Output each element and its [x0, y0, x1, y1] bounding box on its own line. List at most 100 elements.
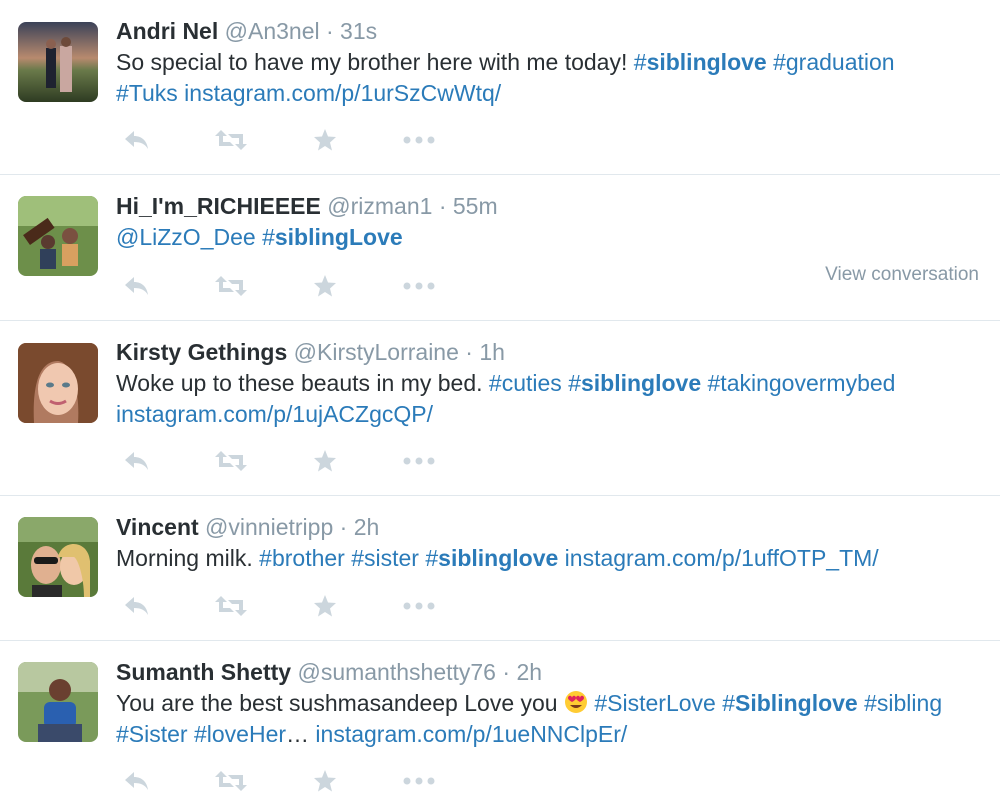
avatar[interactable] — [18, 662, 98, 742]
favorite-button[interactable] — [304, 271, 346, 301]
more-dots-icon — [403, 602, 435, 610]
hashtag-cuties[interactable]: #cuties — [489, 370, 562, 396]
avatar-photo-woman-portrait — [18, 343, 98, 423]
tweet-text: @LiZzO_Dee #siblingLove — [116, 222, 980, 253]
view-conversation-link[interactable]: View conversation — [825, 264, 979, 286]
reply-button[interactable] — [116, 271, 158, 301]
favorite-button[interactable] — [304, 446, 346, 476]
tweet[interactable]: Sumanth Shetty @sumanthshetty76 · 2h You… — [0, 641, 1000, 807]
timestamp[interactable]: 31s — [340, 18, 377, 44]
avatar[interactable] — [18, 343, 98, 423]
favorite-star-icon — [314, 450, 336, 472]
separator-dot: · — [465, 339, 473, 365]
hashtag-siblinglove[interactable]: #Siblinglove — [722, 690, 857, 716]
hashtag-siblinglove[interactable]: #siblinglove — [568, 370, 701, 396]
tweet[interactable]: Hi_I'm_RICHIEEEE @rizman1 · 55m @LiZzO_D… — [0, 175, 1000, 321]
author-name[interactable]: Andri Nel — [116, 18, 218, 44]
hashtag-takingovermybed[interactable]: #takingovermybed — [701, 370, 896, 396]
instagram-link[interactable]: instagram.com/p/1ujACZgcQP/ — [116, 401, 433, 427]
more-button[interactable] — [398, 591, 440, 621]
timestamp[interactable]: 2h — [516, 659, 542, 685]
reply-button[interactable] — [116, 766, 158, 796]
reply-icon — [125, 452, 148, 470]
more-dots-icon — [403, 457, 435, 465]
retweet-button[interactable] — [210, 446, 252, 476]
text-segment: Woke up to these beauts in my bed. — [116, 370, 489, 396]
more-dots-icon — [403, 136, 435, 144]
instagram-link[interactable]: instagram.com/p/1ueNNClpEr/ — [309, 721, 627, 747]
author-handle[interactable]: @vinnietripp — [205, 514, 333, 540]
hashtag-tuks[interactable]: #Tuks — [116, 80, 178, 106]
tweet[interactable]: Andri Nel @An3nel · 31s So special to ha… — [0, 0, 1000, 175]
retweet-button[interactable] — [210, 591, 252, 621]
retweet-button[interactable] — [210, 766, 252, 796]
avatar[interactable] — [18, 196, 98, 276]
tweet-text: You are the best sushmasandeep Love you … — [116, 688, 980, 750]
reply-button[interactable] — [116, 125, 158, 155]
reply-button[interactable] — [116, 446, 158, 476]
heart-eyes-emoji — [564, 691, 587, 713]
retweet-icon — [215, 771, 247, 791]
tweet[interactable]: Vincent @vinnietripp · 2h Morning milk. … — [0, 496, 1000, 641]
ellipsis: … — [286, 721, 310, 747]
author-handle[interactable]: @An3nel — [225, 18, 320, 44]
hashtag-loveher[interactable]: #loveHer — [188, 721, 286, 747]
author-handle[interactable]: @KirstyLorraine — [294, 339, 459, 365]
author-name[interactable]: Kirsty Gethings — [116, 339, 287, 365]
timestamp[interactable]: 2h — [354, 514, 380, 540]
favorite-button[interactable] — [304, 125, 346, 155]
separator-dot: · — [502, 659, 511, 685]
reply-button[interactable] — [116, 591, 158, 621]
reply-icon — [125, 131, 148, 149]
retweet-button[interactable] — [210, 271, 252, 301]
avatar-photo-sunset-couple — [18, 22, 98, 102]
more-button[interactable] — [398, 271, 440, 301]
timestamp[interactable]: 1h — [479, 339, 505, 365]
author-name[interactable]: Vincent — [116, 514, 199, 540]
separator-dot: · — [438, 193, 447, 219]
favorite-star-icon — [314, 275, 336, 297]
separator-dot: · — [339, 514, 348, 540]
hashtag-sibling[interactable]: #sibling — [858, 690, 942, 716]
tweet-text: Woke up to these beauts in my bed. #cuti… — [116, 368, 980, 430]
mention-link[interactable]: @LiZzO_Dee — [116, 224, 256, 250]
avatar-photo-group-outdoors — [18, 196, 98, 276]
author-name[interactable]: Hi_I'm_RICHIEEEE — [116, 193, 321, 219]
hashtag-sisterlove[interactable]: #SisterLove — [588, 690, 715, 716]
favorite-button[interactable] — [304, 591, 346, 621]
separator-dot: · — [325, 18, 334, 44]
hashtag-siblinglove[interactable]: #siblinglove — [634, 49, 767, 75]
hashtag-siblinglove[interactable]: #siblinglove — [425, 545, 558, 571]
more-button[interactable] — [398, 125, 440, 155]
instagram-link[interactable]: instagram.com/p/1uffOTP_TM/ — [558, 545, 879, 571]
tweet-text: Morning milk. #brother #sister #siblingl… — [116, 543, 980, 574]
text-segment: Morning milk. — [116, 545, 260, 571]
favorite-button[interactable] — [304, 766, 346, 796]
retweet-icon — [215, 276, 247, 296]
retweet-icon — [215, 130, 247, 150]
author-handle[interactable]: @rizman1 — [327, 193, 432, 219]
retweet-button[interactable] — [210, 125, 252, 155]
more-button[interactable] — [398, 766, 440, 796]
hashtag-sister[interactable]: #sister — [345, 545, 419, 571]
tweet[interactable]: Kirsty Gethings @KirstyLorraine · 1h Wok… — [0, 321, 1000, 496]
avatar[interactable] — [18, 517, 98, 597]
hashtag-brother[interactable]: #brother — [259, 545, 345, 571]
favorite-star-icon — [314, 595, 336, 617]
tweet-actions — [116, 446, 492, 476]
instagram-link[interactable]: instagram.com/p/1urSzCwWtq/ — [178, 80, 501, 106]
hashtag-siblinglove[interactable]: #siblingLove — [262, 224, 403, 250]
author-handle[interactable]: @sumanthshetty76 — [297, 659, 496, 685]
reply-icon — [125, 597, 148, 615]
hashtag-sister[interactable]: #Sister — [116, 721, 188, 747]
more-button[interactable] — [398, 446, 440, 476]
avatar-photo-man-outdoors — [18, 662, 98, 742]
retweet-icon — [215, 451, 247, 471]
author-name[interactable]: Sumanth Shetty — [116, 659, 291, 685]
avatar[interactable] — [18, 22, 98, 102]
timestamp[interactable]: 55m — [453, 193, 498, 219]
hashtag-graduation[interactable]: #graduation — [767, 49, 895, 75]
avatar-photo-couple-selfie — [18, 517, 98, 597]
reply-icon — [125, 772, 148, 790]
favorite-star-icon — [314, 129, 336, 151]
